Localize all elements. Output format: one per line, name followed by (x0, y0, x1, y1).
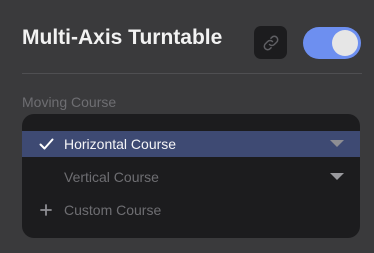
course-item-custom[interactable]: Custom Course (22, 197, 360, 223)
course-list: Horizontal Course Vertical Course Custom… (22, 114, 360, 238)
toggle-knob (332, 30, 358, 56)
header-divider (22, 73, 362, 74)
turntable-panel: Multi-Axis Turntable Moving Course Horiz… (0, 0, 374, 253)
chevron-down-icon[interactable] (330, 140, 344, 148)
link-button[interactable] (254, 26, 287, 59)
plus-icon (38, 202, 54, 218)
course-item-label: Horizontal Course (64, 136, 177, 152)
course-item-label: Vertical Course (64, 169, 159, 185)
moving-course-label: Moving Course (22, 94, 117, 110)
course-item-label: Custom Course (64, 202, 162, 218)
course-item-vertical[interactable]: Vertical Course (22, 164, 360, 190)
checkmark-icon (38, 136, 54, 152)
turntable-toggle[interactable] (303, 27, 361, 59)
chevron-down-icon[interactable] (330, 173, 344, 181)
course-item-horizontal[interactable]: Horizontal Course (22, 131, 360, 157)
panel-header: Multi-Axis Turntable (0, 0, 374, 74)
link-icon (262, 34, 280, 52)
panel-title: Multi-Axis Turntable (22, 26, 223, 49)
